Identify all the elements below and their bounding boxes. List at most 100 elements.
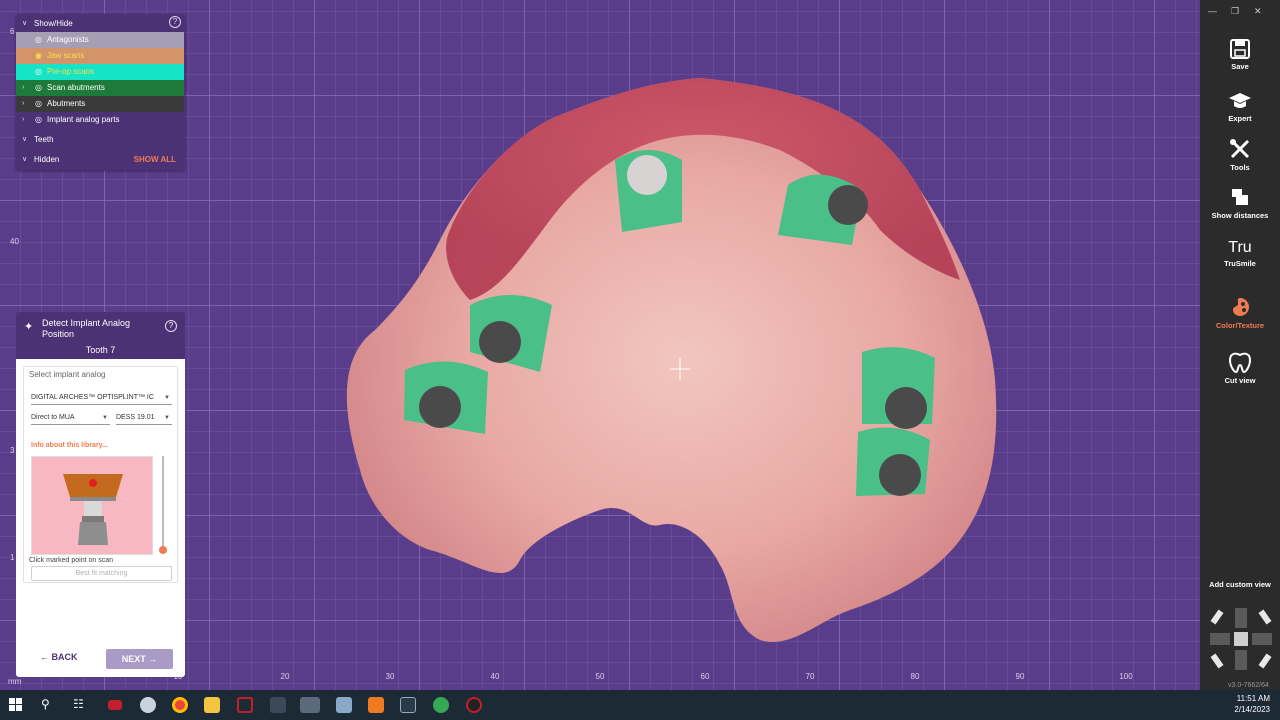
x-tick: 100 <box>1119 672 1133 681</box>
clock-date: 2/14/2023 <box>1234 705 1270 714</box>
app-circle-icon[interactable] <box>466 697 482 713</box>
row-label: Teeth <box>34 135 54 144</box>
zoom-slider-track[interactable] <box>162 456 164 552</box>
chevron-right-icon[interactable]: › <box>22 80 24 96</box>
detect-panel-title: Detect Implant Analog Position <box>42 318 131 339</box>
click-point-hint: Click marked point on scan <box>29 557 114 564</box>
row-antagonists[interactable]: ◎ Antagonists <box>16 32 184 48</box>
x-tick: 70 <box>805 672 815 681</box>
version-select[interactable]: DESS 19.01 ▼ <box>116 411 172 425</box>
show-hide-header[interactable]: ∨ Show/Hide <box>16 16 184 32</box>
help-icon[interactable]: ? <box>165 320 177 332</box>
app-orange-icon[interactable] <box>368 697 384 713</box>
task-view-icon[interactable]: ☷ <box>73 697 84 711</box>
cad-app-icon[interactable] <box>300 697 320 713</box>
chevron-down-icon[interactable]: ∨ <box>22 152 27 168</box>
back-button[interactable]: ← BACK <box>40 652 78 662</box>
x-tick: 80 <box>910 672 920 681</box>
connection-select[interactable]: Direct to MUA ▼ <box>31 411 110 425</box>
x-tick: 50 <box>595 672 605 681</box>
eye-off-icon[interactable]: ◎ <box>35 96 42 112</box>
exocad-icon[interactable] <box>270 697 286 713</box>
next-button[interactable]: NEXT → <box>106 649 173 669</box>
chrome-icon[interactable] <box>172 697 188 713</box>
save-icon <box>1230 39 1250 59</box>
analog-preview-image <box>31 456 153 555</box>
zoom-slider-thumb[interactable] <box>159 546 167 554</box>
eye-icon[interactable]: ◉ <box>35 48 42 64</box>
taskbar-clock[interactable]: 11:51 AM 2/14/2023 <box>1234 693 1270 715</box>
detect-panel-body: Select implant analog DIGITAL ARCHES™ OP… <box>16 359 185 677</box>
restore-icon[interactable]: ❐ <box>1231 6 1239 17</box>
y-tick: 6 <box>10 27 15 36</box>
row-label: Hidden <box>34 155 60 164</box>
implant-analog-6[interactable] <box>856 427 930 497</box>
close-icon[interactable]: ✕ <box>1254 6 1262 17</box>
cut-view-button[interactable]: Cut view <box>1200 350 1280 385</box>
search-icon[interactable]: ⚲ <box>41 697 50 711</box>
y-tick: 40 <box>10 237 19 246</box>
app-doc-icon[interactable] <box>336 697 352 713</box>
row-teeth[interactable]: ∨ Teeth <box>16 132 184 148</box>
row-implant-analog-parts[interactable]: › ◎ Implant analog parts <box>16 112 184 128</box>
caret-down-icon: ▼ <box>164 395 170 401</box>
arrow-right-icon: → <box>148 654 158 664</box>
view-cube-navigator[interactable] <box>1206 604 1276 674</box>
color-texture-label: Color/Texture <box>1215 321 1265 330</box>
help-icon[interactable]: ? <box>169 16 181 28</box>
file-explorer-icon[interactable] <box>204 697 220 713</box>
show-distances-button[interactable]: Show distances <box>1200 185 1280 220</box>
add-custom-view-button[interactable]: Add custom view <box>1200 580 1280 589</box>
chrome-alt-icon[interactable] <box>433 697 449 713</box>
eye-off-icon[interactable]: ◎ <box>35 112 42 128</box>
row-jaw-scans[interactable]: ◉ Jaw scans <box>16 48 184 64</box>
windows-taskbar <box>0 690 1280 720</box>
row-label: Pre-op scans <box>47 67 95 76</box>
distance-icon <box>1232 189 1248 205</box>
info-library-link[interactable]: Info about this library... <box>31 442 108 449</box>
color-texture-button[interactable]: Color/Texture <box>1200 295 1280 330</box>
row-scan-abutments[interactable]: › ◎ Scan abutments <box>16 80 184 96</box>
implant-analog-1[interactable] <box>615 150 682 232</box>
row-pre-op-scans[interactable]: ◎ Pre-op scans <box>16 64 184 80</box>
expert-button[interactable]: Expert <box>1200 90 1280 123</box>
right-toolbar: — ❐ ✕ Save Expert Tools Show distances T… <box>1200 0 1280 690</box>
cut-view-label: Cut view <box>1224 376 1256 385</box>
x-tick: 60 <box>700 672 710 681</box>
implant-analog-5[interactable] <box>862 347 935 429</box>
app-pen-icon[interactable] <box>400 697 416 713</box>
next-label: NEXT <box>121 654 146 664</box>
detect-panel-header: ✦ Detect Implant Analog Position ? Tooth… <box>16 312 185 359</box>
chevron-down-icon[interactable]: ∨ <box>22 16 27 32</box>
tools-button[interactable]: Tools <box>1200 137 1280 172</box>
library-select[interactable]: DIGITAL ARCHES™ OPTISPLINT™ IC ▼ <box>31 391 172 405</box>
windows-start-icon[interactable] <box>9 698 23 712</box>
save-button[interactable]: Save <box>1200 38 1280 71</box>
trusmile-label: TruSmile <box>1224 259 1256 268</box>
eye-off-icon[interactable]: ◎ <box>35 64 42 80</box>
best-fit-button[interactable]: Best fit matching <box>31 566 172 581</box>
y-tick: 3 <box>10 446 15 455</box>
row-hidden[interactable]: ∨ Hidden SHOW ALL <box>16 152 184 168</box>
app-cloud-icon[interactable] <box>140 697 156 713</box>
chevron-right-icon[interactable]: › <box>22 112 24 128</box>
version-label: v3.0-7662/64 <box>1228 682 1269 689</box>
app-triangle-icon[interactable] <box>237 697 253 713</box>
row-label: Antagonists <box>47 35 89 44</box>
caret-down-icon: ▼ <box>164 415 170 421</box>
row-label: Abutments <box>47 99 86 108</box>
eye-off-icon[interactable]: ◎ <box>35 80 42 96</box>
minimize-icon[interactable]: — <box>1208 6 1217 16</box>
trusmile-icon: Tru <box>1228 239 1252 256</box>
tooth-label: Tooth 7 <box>85 345 116 355</box>
show-all-button[interactable]: SHOW ALL <box>134 152 176 168</box>
row-abutments[interactable]: › ◎ Abutments <box>16 96 184 112</box>
trusmile-button[interactable]: Tru TruSmile <box>1200 239 1280 268</box>
app-red-icon[interactable] <box>108 700 122 710</box>
chevron-right-icon[interactable]: › <box>22 96 24 112</box>
chevron-down-icon[interactable]: ∨ <box>22 132 27 148</box>
tools-label: Tools <box>1230 163 1250 172</box>
x-tick: 30 <box>385 672 395 681</box>
eye-off-icon[interactable]: ◎ <box>35 32 42 48</box>
y-tick: 1 <box>10 553 15 562</box>
